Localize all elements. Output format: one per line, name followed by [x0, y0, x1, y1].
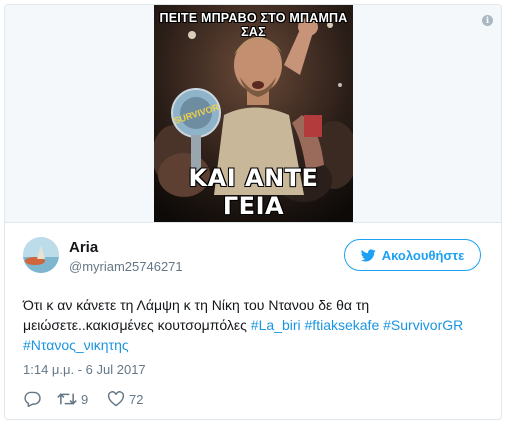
avatar[interactable] [23, 237, 59, 273]
retweet-icon [57, 391, 77, 407]
hashtag-ntanos-nikitis[interactable]: #Ντανος_νικητης [23, 337, 129, 353]
meme-top-caption: ΠΕΙΤΕ ΜΠΡΑΒΟ ΣΤΟ ΜΠΑΜΠΑ ΣΑΣ [159, 11, 348, 39]
reply-button[interactable] [23, 391, 57, 407]
hashtag-survivorgr[interactable]: #SurvivorGR [383, 317, 463, 333]
like-button[interactable]: 72 [107, 391, 143, 407]
hashtag-la-biri[interactable]: #La_biri [251, 317, 301, 333]
heart-icon [107, 391, 125, 407]
tweet-header: Aria @myriam25746271 Ακολουθήστε [23, 237, 485, 279]
retweet-button[interactable]: 9 [57, 391, 107, 407]
like-count: 72 [129, 391, 144, 407]
tweet-actions: 9 72 [23, 389, 143, 409]
info-icon[interactable]: i [482, 15, 493, 26]
reply-icon [23, 391, 41, 407]
tweet-text: Ότι κ αν κάνετε τη Λάμψη κ τη Νίκη του Ν… [23, 295, 485, 355]
follow-label: Ακολουθήστε [381, 247, 465, 263]
meme-image[interactable]: SURVIVOR ΠΕΙΤΕ ΜΠΡΑΒΟ ΣΤΟ ΜΠΑΜΠΑ ΣΑΣ ΚΑΙ… [154, 5, 353, 222]
follow-button[interactable]: Ακολουθήστε [344, 239, 481, 271]
tweet-media[interactable]: SURVIVOR ΠΕΙΤΕ ΜΠΡΑΒΟ ΣΤΟ ΜΠΑΜΠΑ ΣΑΣ ΚΑΙ… [5, 5, 501, 223]
twitter-bird-icon [360, 248, 376, 262]
avatar-image [23, 237, 59, 273]
hashtag-ftiaksekafe[interactable]: #ftiaksekafe [305, 317, 380, 333]
user-name[interactable]: Aria [69, 239, 98, 256]
user-handle[interactable]: @myriam25746271 [69, 259, 183, 274]
meme-bottom-caption: ΚΑΙ ΑΝΤΕ ΓΕΙΑ [188, 164, 319, 220]
tweet-card: SURVIVOR ΠΕΙΤΕ ΜΠΡΑΒΟ ΣΤΟ ΜΠΑΜΠΑ ΣΑΣ ΚΑΙ… [4, 4, 502, 420]
retweet-count: 9 [81, 391, 89, 407]
tweet-timestamp[interactable]: 1:14 μ.μ. - 6 Jul 2017 [23, 362, 146, 377]
